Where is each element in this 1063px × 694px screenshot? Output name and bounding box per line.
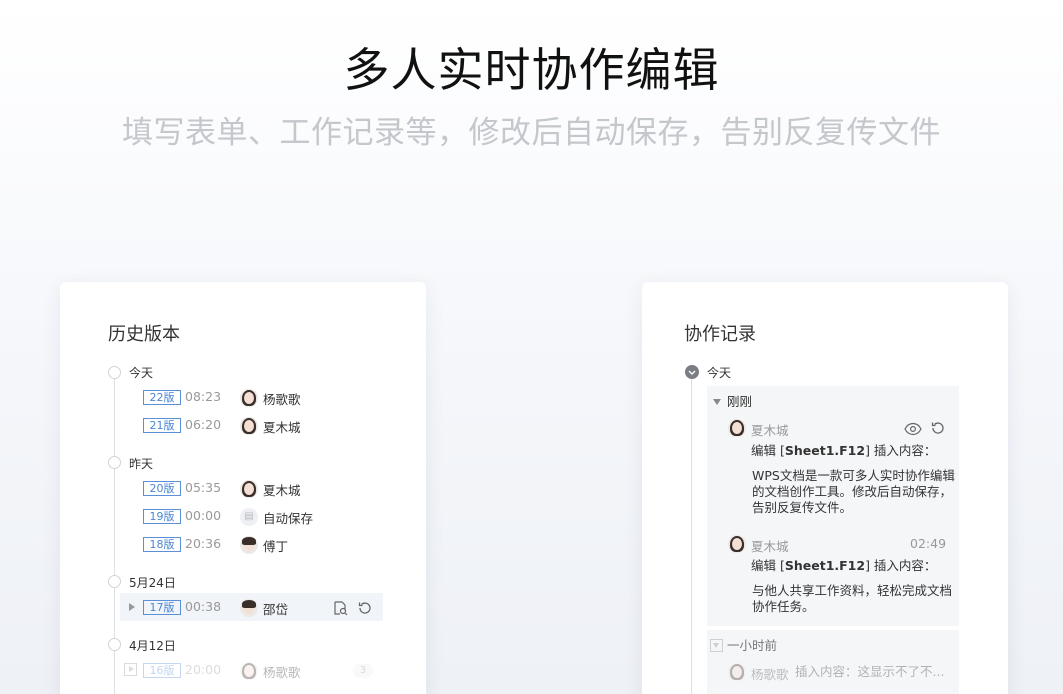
- cell-ref: Sheet1.F12: [784, 443, 866, 458]
- restore-icon[interactable]: [357, 600, 373, 616]
- record-summary: 插入内容：这显示不了不...: [795, 664, 945, 679]
- version-tag[interactable]: 16版: [143, 663, 181, 678]
- version-time: 08:23: [185, 389, 222, 404]
- timeline-node: [108, 366, 121, 379]
- record-content-line: 与他人共享工作资料，轻松完成文档: [752, 583, 953, 598]
- version-user: 杨歌歌: [263, 665, 301, 680]
- version-time: 20:00: [185, 662, 222, 677]
- collapse-day-icon[interactable]: [685, 365, 699, 379]
- view-eye-icon[interactable]: [904, 421, 922, 437]
- user-avatar: [240, 536, 258, 554]
- record-user: 夏木城: [751, 423, 789, 438]
- record-action: 编辑 [Sheet1.F12] 插入内容：: [751, 443, 936, 459]
- count-badge: 3: [353, 664, 373, 678]
- day-label-yesterday: 昨天: [129, 457, 154, 471]
- version-tag[interactable]: 20版: [143, 481, 181, 496]
- user-avatar: [240, 599, 258, 617]
- day-label-apr12: 4月12日: [129, 639, 176, 653]
- version-user: 傅丁: [263, 539, 289, 554]
- record-content-line: 的文档创作工具。修改后自动保存，: [752, 484, 953, 499]
- record-content-line: 协作任务。: [752, 599, 815, 614]
- version-tag[interactable]: 22版: [143, 390, 181, 405]
- timeline-node: [108, 456, 121, 469]
- collapse-group-icon: [713, 643, 719, 648]
- version-time: 06:20: [185, 417, 222, 432]
- user-avatar: [240, 480, 258, 498]
- version-tag[interactable]: 21版: [143, 418, 181, 433]
- collab-card-title: 协作记录: [684, 324, 756, 345]
- version-time: 05:35: [185, 480, 222, 495]
- timeline-line: [691, 378, 692, 694]
- collab-record-card: 协作记录 今天 刚刚 夏木城 编辑 [Sheet1.F12] 插入内容： WPS…: [642, 282, 1008, 694]
- action-suffix: ] 插入内容：: [865, 558, 937, 573]
- history-version-card: 历史版本 今天 22版 08:23 杨歌歌 21版 06:20 夏木城 昨天 2…: [60, 282, 426, 694]
- version-time: 00:38: [185, 599, 222, 614]
- user-avatar: [728, 663, 746, 681]
- record-user: 杨歌歌: [751, 667, 789, 682]
- record-action: 编辑 [Sheet1.F12] 插入内容：: [751, 558, 936, 574]
- user-avatar: [240, 662, 258, 680]
- history-card-title: 历史版本: [108, 324, 180, 345]
- group-label: 刚刚: [727, 394, 753, 409]
- collapse-group-icon[interactable]: [713, 399, 721, 405]
- record-user: 夏木城: [751, 539, 789, 554]
- user-avatar: [240, 389, 258, 407]
- user-avatar: [240, 417, 258, 435]
- timeline-node: [108, 575, 121, 588]
- preview-file-icon[interactable]: [332, 600, 348, 616]
- group-label: 一小时前: [727, 638, 778, 653]
- user-avatar: [728, 535, 746, 553]
- hero-subtitle: 填写表单、工作记录等，修改后自动保存，告别反复传文件: [122, 115, 941, 151]
- day-label-today: 今天: [129, 366, 154, 380]
- day-label-may24: 5月24日: [129, 576, 176, 590]
- version-tag[interactable]: 17版: [143, 600, 181, 615]
- user-avatar: [728, 419, 746, 437]
- record-content-line: 告别反复传文件。: [752, 500, 853, 515]
- cell-ref: Sheet1.F12: [784, 558, 866, 573]
- record-content-line: WPS文档是一款可多人实时协作编辑: [752, 468, 955, 483]
- action-suffix: ] 插入内容：: [865, 443, 937, 458]
- version-user: 夏木城: [263, 483, 301, 498]
- version-user: 邵岱: [263, 602, 289, 617]
- restore-icon[interactable]: [930, 420, 946, 436]
- action-prefix: 编辑 [: [751, 443, 785, 458]
- version-tag[interactable]: 18版: [143, 537, 181, 552]
- version-user: 自动保存: [263, 511, 314, 526]
- record-time: 02:49: [910, 536, 947, 551]
- action-prefix: 编辑 [: [751, 558, 785, 573]
- version-tag[interactable]: 19版: [143, 509, 181, 524]
- version-time: 00:00: [185, 508, 222, 523]
- version-user: 夏木城: [263, 420, 301, 435]
- autosave-icon: ▤: [240, 508, 258, 526]
- expand-caret-icon[interactable]: [129, 603, 135, 611]
- hero-title: 多人实时协作编辑: [343, 43, 720, 97]
- timeline-node: [108, 638, 121, 651]
- version-user: 杨歌歌: [263, 392, 301, 407]
- expand-caret-icon: [129, 666, 134, 672]
- version-time: 20:36: [185, 536, 222, 551]
- day-label-today: 今天: [707, 366, 732, 380]
